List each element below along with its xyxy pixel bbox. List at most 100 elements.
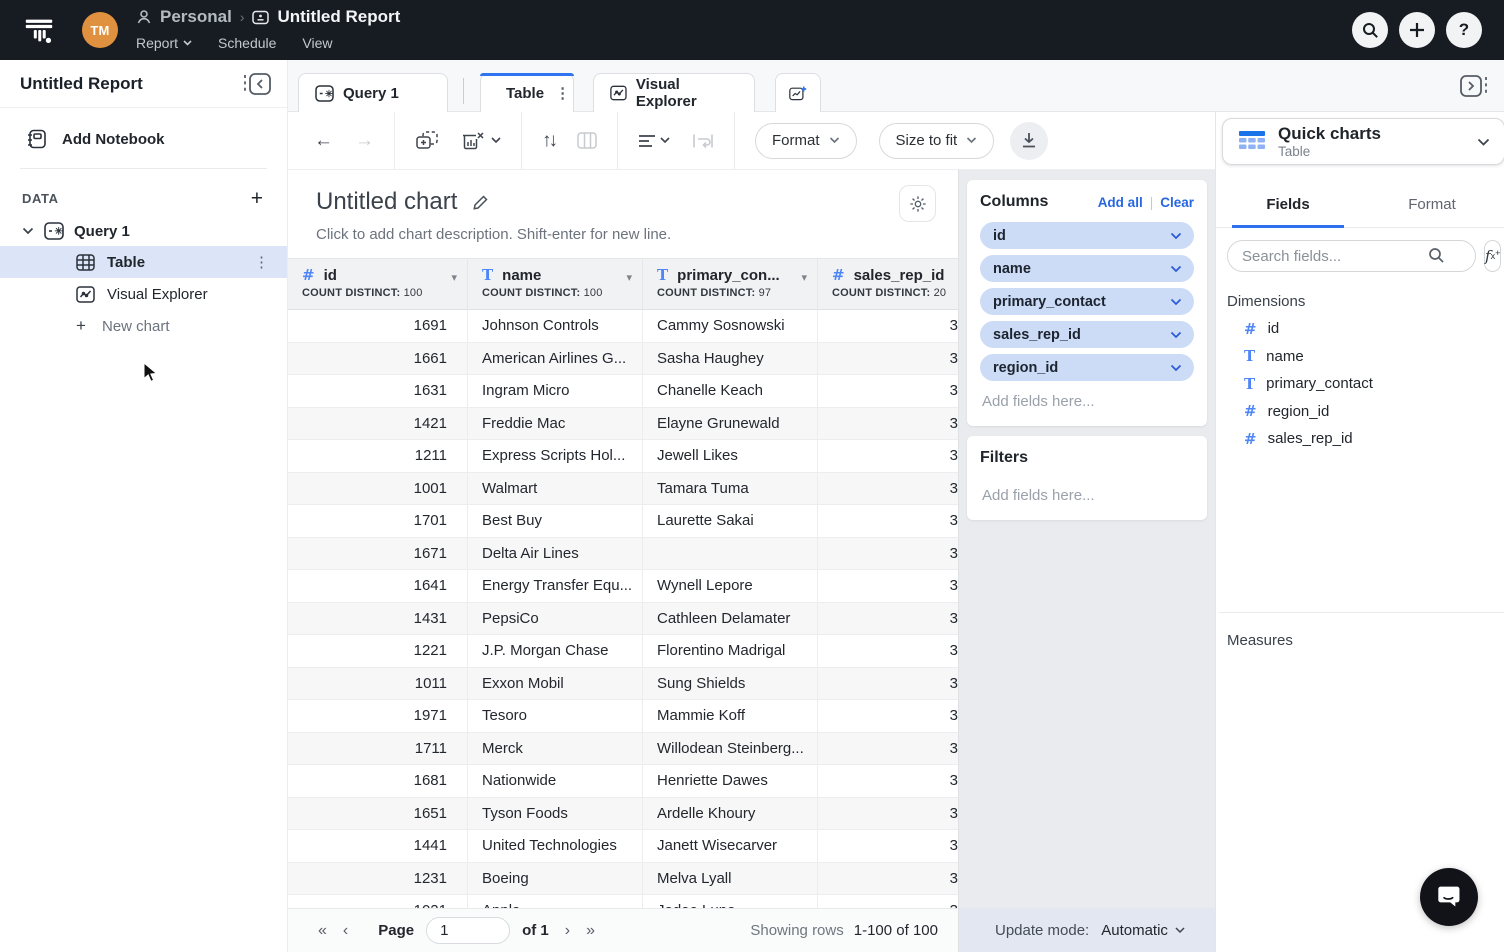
menu-bar: Report Schedule View xyxy=(136,31,400,55)
chat-support-button[interactable] xyxy=(1420,868,1478,926)
cell-id: 1231 xyxy=(288,863,468,895)
undo-button[interactable]: ← xyxy=(314,130,333,152)
add-data-button[interactable]: + xyxy=(251,192,263,206)
add-button[interactable] xyxy=(1399,12,1435,48)
chart-settings-button[interactable] xyxy=(899,185,936,222)
column-field-pill[interactable]: name xyxy=(980,255,1194,282)
column-field-pill[interactable]: primary_contact xyxy=(980,288,1194,315)
table-item-menu-button[interactable]: ⋮ xyxy=(254,253,269,271)
tab-fields[interactable]: Fields xyxy=(1216,182,1360,227)
column-field-pill[interactable]: region_id xyxy=(980,354,1194,381)
breadcrumb-workspace[interactable]: Personal xyxy=(160,7,232,27)
align-dropdown[interactable] xyxy=(638,134,670,148)
cell-name: Tesoro xyxy=(468,700,643,732)
plus-icon xyxy=(1409,22,1425,38)
edit-title-button[interactable] xyxy=(472,194,489,211)
sort-button[interactable]: ↑↓ xyxy=(542,130,555,152)
cell-sales-rep-id: 3215 xyxy=(818,635,958,667)
tab-query-1[interactable]: ✳ Query 1 xyxy=(298,73,448,112)
menu-report[interactable]: Report xyxy=(136,35,192,51)
tab-table-menu-button[interactable]: ⋮ xyxy=(555,84,570,102)
dimension-field[interactable]: T name xyxy=(1216,343,1504,371)
tab-table[interactable]: Table ⋮ xyxy=(480,73,574,112)
menu-view[interactable]: View xyxy=(302,35,332,51)
table-row[interactable]: 1001 Walmart Tamara Tuma 3215 xyxy=(288,473,958,506)
filters-drop-placeholder[interactable]: Add fields here... xyxy=(980,481,1194,508)
trevor-logo-icon[interactable] xyxy=(20,11,58,49)
cell-primary-contact: Chanelle Keach xyxy=(643,375,818,407)
add-formula-button[interactable]: fx+ xyxy=(1484,240,1501,272)
sidebar-item-table[interactable]: Table ⋮ xyxy=(0,246,287,278)
add-notebook-button[interactable]: Add Notebook xyxy=(0,108,287,168)
collapse-sidebar-button[interactable] xyxy=(241,71,273,97)
download-button[interactable] xyxy=(1010,122,1048,160)
columns-drop-placeholder[interactable]: Add fields here... xyxy=(980,387,1194,414)
table-row[interactable]: 1441 United Technologies Janett Wisecarv… xyxy=(288,830,958,863)
sidebar-item-visual-explorer[interactable]: Visual Explorer xyxy=(0,278,287,310)
cell-name: American Airlines G... xyxy=(468,343,643,375)
last-page-button[interactable]: » xyxy=(586,922,595,940)
table-row[interactable]: 1971 Tesoro Mammie Koff 3215 xyxy=(288,700,958,733)
table-row[interactable]: 1421 Freddie Mac Elayne Grunewald 3215 xyxy=(288,408,958,441)
dimension-field[interactable]: T primary_contact xyxy=(1216,370,1504,398)
table-row[interactable]: 1671 Delta Air Lines 3215 xyxy=(288,538,958,571)
table-icon xyxy=(76,254,95,271)
cell-sales-rep-id: 3215 xyxy=(818,603,958,635)
help-button[interactable]: ? xyxy=(1446,12,1482,48)
redo-button[interactable]: → xyxy=(355,130,374,152)
new-chart-tab-button[interactable] xyxy=(775,73,821,112)
search-button[interactable] xyxy=(1352,12,1388,48)
cell-id: 1221 xyxy=(288,635,468,667)
table-row[interactable]: 1211 Express Scripts Hol... Jewell Likes… xyxy=(288,440,958,473)
table-row[interactable]: 1681 Nationwide Henriette Dawes 3215 xyxy=(288,765,958,798)
page-number-input[interactable] xyxy=(426,917,510,944)
sidebar-item-query[interactable]: ✳ Query 1 xyxy=(0,216,287,246)
prev-page-button[interactable]: ‹ xyxy=(343,922,348,940)
add-summary-button[interactable] xyxy=(415,130,439,152)
quick-charts-dropdown[interactable]: Quick charts Table xyxy=(1222,118,1504,165)
table-row[interactable]: 1231 Boeing Melva Lyall 3215 xyxy=(288,863,958,896)
column-header-sales-rep-id[interactable]: #sales_rep_id COUNT DISTINCT: 20 xyxy=(818,259,958,309)
table-row[interactable]: 1221 J.P. Morgan Chase Florentino Madrig… xyxy=(288,635,958,668)
first-page-button[interactable]: « xyxy=(318,922,327,940)
format-dropdown[interactable]: Format xyxy=(755,123,857,159)
tab-visual-explorer[interactable]: Visual Explorer xyxy=(593,73,755,112)
table-row[interactable]: 1021 Apple Jodee Lupo 3215 xyxy=(288,895,958,908)
column-menu-caret[interactable]: ▾ xyxy=(801,271,807,284)
breadcrumb-report-title[interactable]: Untitled Report xyxy=(277,7,400,27)
user-avatar[interactable]: TM xyxy=(82,12,118,48)
sidebar-item-new-chart[interactable]: + New chart xyxy=(0,310,287,342)
tab-format[interactable]: Format xyxy=(1360,182,1504,227)
table-row[interactable]: 1641 Energy Transfer Equ... Wynell Lepor… xyxy=(288,570,958,603)
size-to-fit-dropdown[interactable]: Size to fit xyxy=(879,123,995,159)
dimension-field[interactable]: # id xyxy=(1216,315,1504,343)
table-row[interactable]: 1661 American Airlines G... Sasha Haughe… xyxy=(288,343,958,376)
table-row[interactable]: 1701 Best Buy Laurette Sakai 3215 xyxy=(288,505,958,538)
dimension-field[interactable]: # region_id xyxy=(1216,398,1504,426)
column-field-pill[interactable]: sales_rep_id xyxy=(980,321,1194,348)
chart-description-placeholder[interactable]: Click to add chart description. Shift-en… xyxy=(316,226,958,243)
table-row[interactable]: 1651 Tyson Foods Ardelle Khoury 3215 xyxy=(288,798,958,831)
chart-title[interactable]: Untitled chart xyxy=(316,188,457,216)
add-all-link[interactable]: Add all xyxy=(1098,195,1143,210)
column-header-id[interactable]: #id ▾ COUNT DISTINCT: 100 xyxy=(288,259,468,309)
menu-schedule[interactable]: Schedule xyxy=(218,35,276,51)
table-row[interactable]: 1011 Exxon Mobil Sung Shields 3215 xyxy=(288,668,958,701)
table-row[interactable]: 1711 Merck Willodean Steinberg... 3215 xyxy=(288,733,958,766)
update-mode-dropdown[interactable]: Automatic xyxy=(1101,922,1185,939)
next-page-button[interactable]: › xyxy=(565,922,570,940)
column-menu-caret[interactable]: ▾ xyxy=(626,271,632,284)
remove-summary-dropdown[interactable] xyxy=(461,130,501,152)
table-row[interactable]: 1631 Ingram Micro Chanelle Keach 3215 xyxy=(288,375,958,408)
column-settings-button[interactable] xyxy=(577,132,597,149)
column-menu-caret[interactable]: ▾ xyxy=(451,271,457,284)
table-row[interactable]: 1691 Johnson Controls Cammy Sosnowski 32… xyxy=(288,310,958,343)
column-field-pill[interactable]: id xyxy=(980,222,1194,249)
column-header-name[interactable]: Tname ▾ COUNT DISTINCT: 100 xyxy=(468,259,643,309)
column-header-primary-contact[interactable]: Tprimary_con... ▾ COUNT DISTINCT: 97 xyxy=(643,259,818,309)
expand-panel-button[interactable] xyxy=(1458,73,1490,99)
wrap-text-button[interactable] xyxy=(692,133,714,149)
dimension-field[interactable]: # sales_rep_id xyxy=(1216,425,1504,453)
table-row[interactable]: 1431 PepsiCo Cathleen Delamater 3215 xyxy=(288,603,958,636)
clear-link[interactable]: Clear xyxy=(1160,195,1194,210)
